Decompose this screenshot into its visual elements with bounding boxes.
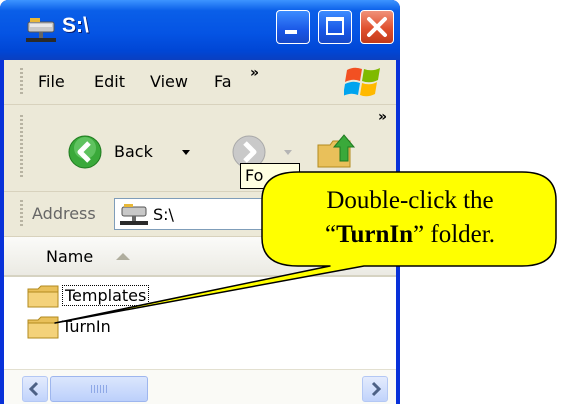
- scroll-left-button[interactable]: [22, 376, 48, 402]
- toolbar-overflow-chevron[interactable]: »: [378, 109, 387, 125]
- menu-grip[interactable]: [20, 68, 23, 96]
- menu-overflow-chevron[interactable]: »: [250, 65, 259, 81]
- file-list: Name Templates TurnIn: [4, 237, 396, 404]
- minimize-button[interactable]: [276, 10, 310, 44]
- callout-line-2: “TurnIn” folder.: [275, 218, 545, 252]
- back-button-label[interactable]: Back: [114, 142, 153, 161]
- windows-logo-icon: [344, 67, 380, 97]
- file-name: Templates: [62, 285, 150, 306]
- menu-bar: File Edit View Fa »: [4, 60, 396, 105]
- forward-dropdown-icon[interactable]: [284, 150, 292, 155]
- address-label: Address: [32, 204, 96, 223]
- address-value: S:\: [153, 205, 174, 224]
- callout-line-1: Double-click the: [326, 187, 494, 214]
- window-title: S:\: [62, 14, 89, 37]
- close-icon: [367, 17, 387, 37]
- callout-tail: folder.: [424, 221, 495, 248]
- column-header-label: Name: [46, 247, 94, 266]
- callout-highlight: TurnIn: [336, 221, 414, 248]
- menu-view[interactable]: View: [150, 72, 188, 91]
- chevron-left-icon: [28, 381, 39, 397]
- toolbar-grip[interactable]: [20, 115, 23, 179]
- file-name: TurnIn: [62, 317, 111, 336]
- network-drive-icon: [26, 18, 56, 42]
- callout-text: Double-click the “TurnIn” folder.: [275, 184, 545, 252]
- menu-favorites[interactable]: Fa: [214, 72, 242, 91]
- callout-open-quote: “: [325, 221, 337, 248]
- chevron-right-icon: [371, 381, 382, 397]
- close-button[interactable]: [360, 10, 394, 44]
- sort-ascending-icon: [116, 253, 130, 260]
- callout-close-quote: ”: [413, 221, 425, 248]
- maximize-icon: [326, 17, 344, 35]
- standard-toolbar: Back »: [4, 105, 396, 192]
- thumb-grip: [91, 385, 107, 393]
- folder-icon: [27, 316, 59, 339]
- menu-file[interactable]: File: [38, 72, 65, 91]
- scroll-thumb[interactable]: [50, 376, 148, 402]
- network-drive-icon: [120, 204, 148, 225]
- maximize-button[interactable]: [318, 10, 352, 44]
- folder-icon: [27, 285, 59, 308]
- up-folder-icon[interactable]: [314, 131, 360, 171]
- scroll-right-button[interactable]: [362, 376, 388, 402]
- horizontal-scrollbar[interactable]: [4, 369, 396, 404]
- menu-edit[interactable]: Edit: [94, 72, 125, 91]
- back-arrow-icon[interactable]: [68, 135, 102, 169]
- title-bar[interactable]: S:\: [0, 0, 400, 60]
- address-grip[interactable]: [20, 200, 23, 228]
- back-dropdown-icon[interactable]: [182, 150, 190, 155]
- minimize-icon: [285, 30, 297, 34]
